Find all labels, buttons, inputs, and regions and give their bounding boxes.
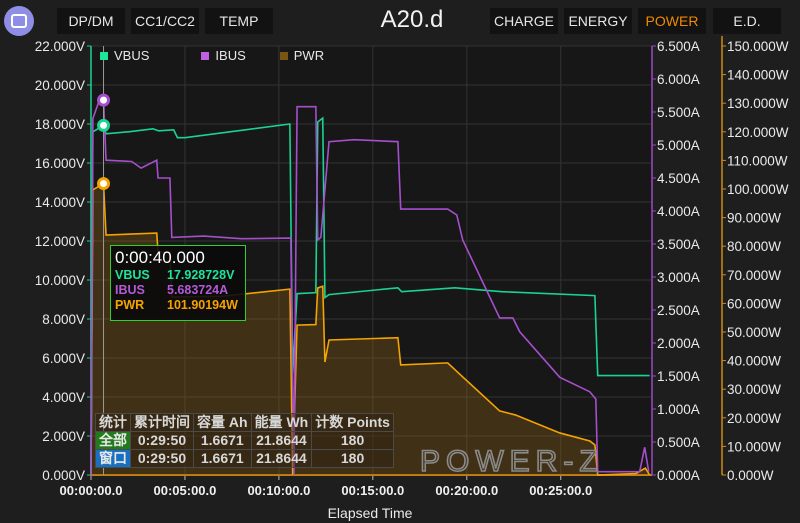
ibus-tick-label: 6.000A bbox=[657, 72, 700, 87]
stats-row-window: 窗口 0:29:50 1.6671 21.8644 180 bbox=[95, 449, 394, 468]
x-tick-label: 00:00:00.0 bbox=[60, 483, 123, 498]
tooltip-pwr: PWR 101.90194W bbox=[115, 298, 238, 312]
legend-ibus[interactable]: IBUS bbox=[201, 48, 246, 63]
vbus-swatch bbox=[100, 51, 108, 60]
vbus-tick-label: 4.000V bbox=[42, 390, 85, 405]
stats-cell: 0:29:50 bbox=[130, 449, 194, 468]
ibus-tick-label: 6.500A bbox=[657, 39, 700, 54]
legend-label: VBUS bbox=[114, 48, 150, 63]
pwr-tick-label: 120.000W bbox=[727, 125, 789, 140]
stats-cell: 21.8644 bbox=[250, 431, 313, 450]
ibus-tick-label: 1.000A bbox=[657, 402, 700, 417]
pwr-tick-label: 80.000W bbox=[727, 239, 781, 254]
vbus-tick-label: 6.000V bbox=[42, 351, 85, 366]
stats-header: 累计时间 bbox=[130, 413, 194, 432]
ibus-tick-label: 2.000A bbox=[657, 336, 700, 351]
pwr-tick-label: 70.000W bbox=[727, 268, 781, 283]
ibus-tick-label: 5.000A bbox=[657, 138, 700, 153]
vbus-tick-label: 20.000V bbox=[35, 78, 85, 93]
ibus-tick-label: 0.000A bbox=[657, 468, 700, 483]
stats-header: 能量 Wh bbox=[250, 413, 313, 432]
pwr-tick-label: 100.000W bbox=[727, 182, 789, 197]
pwr-tick-label: 90.000W bbox=[727, 211, 781, 226]
vbus-tick-label: 0.000V bbox=[42, 468, 85, 483]
ibus-tick-label: 3.000A bbox=[657, 270, 700, 285]
ibus-tick-label: 5.500A bbox=[657, 105, 700, 120]
ibus-tick-label: 0.500A bbox=[657, 435, 700, 450]
stats-cell: 180 bbox=[311, 431, 394, 450]
ibus-swatch bbox=[201, 51, 210, 60]
stats-all-button[interactable]: 全部 bbox=[95, 431, 131, 450]
pwr-tick-label: 20.000W bbox=[727, 411, 781, 426]
x-tick-label: 00:25:00.0 bbox=[529, 483, 592, 498]
pwr-tick-label: 130.000W bbox=[727, 96, 789, 111]
x-tick-label: 00:05:00.0 bbox=[154, 483, 217, 498]
stats-cell: 1.6671 bbox=[193, 431, 252, 450]
pwr-swatch bbox=[279, 51, 288, 60]
vbus-tick-label: 22.000V bbox=[35, 39, 85, 54]
tooltip-ibus: IBUS 5.683724A bbox=[115, 283, 229, 297]
stats-cell: 0:29:50 bbox=[130, 431, 194, 450]
ibus-cursor-marker bbox=[97, 93, 111, 107]
ibus-tick-label: 1.500A bbox=[657, 369, 700, 384]
vbus-tick-label: 2.000V bbox=[42, 429, 85, 444]
ibus-tick-label: 2.500A bbox=[657, 303, 700, 318]
vbus-tick-label: 10.000V bbox=[35, 273, 85, 288]
pwr-tick-label: 30.000W bbox=[727, 382, 781, 397]
pwr-cursor-marker bbox=[97, 177, 111, 191]
pwr-tick-label: 0.000W bbox=[727, 468, 774, 483]
stats-cell: 21.8644 bbox=[250, 449, 313, 468]
x-tick-label: 00:15:00.0 bbox=[341, 483, 404, 498]
pwr-tick-label: 110.000W bbox=[727, 153, 788, 168]
stats-cell: 180 bbox=[311, 449, 394, 468]
vbus-tick-label: 12.000V bbox=[35, 234, 85, 249]
vbus-tick-label: 8.000V bbox=[42, 312, 85, 327]
pwr-tick-label: 150.000W bbox=[727, 39, 789, 54]
tooltip-vbus: VBUS 17.928728V bbox=[115, 268, 235, 282]
pwr-tick-label: 50.000W bbox=[727, 325, 781, 340]
pwr-tick-label: 140.000W bbox=[727, 68, 789, 83]
legend: VBUS IBUS PWR bbox=[100, 48, 344, 63]
x-tick-label: 00:10:00.0 bbox=[247, 483, 310, 498]
stats-header: 容量 Ah bbox=[193, 413, 252, 432]
x-axis-label: Elapsed Time bbox=[327, 505, 413, 521]
legend-label: PWR bbox=[293, 48, 325, 63]
stats-header: 统计 bbox=[95, 413, 131, 432]
legend-label: IBUS bbox=[215, 48, 246, 63]
vbus-cursor-marker bbox=[97, 118, 111, 132]
stats-header: 计数 Points bbox=[311, 413, 394, 432]
ibus-tick-label: 4.500A bbox=[657, 171, 700, 186]
pwr-tick-label: 40.000W bbox=[727, 354, 781, 369]
pwr-tick-label: 10.000W bbox=[727, 439, 781, 454]
stats-row-all: 全部 0:29:50 1.6671 21.8644 180 bbox=[95, 431, 394, 450]
stats-header-row: 统计 累计时间 容量 Ah 能量 Wh 计数 Points bbox=[95, 413, 394, 432]
legend-vbus[interactable]: VBUS bbox=[100, 48, 149, 63]
tooltip-time: 0:00:40.000 bbox=[115, 248, 205, 267]
cursor-tooltip: 0:00:40.000 VBUS 17.928728V IBUS 5.683724A… bbox=[110, 245, 246, 321]
vbus-tick-label: 18.000V bbox=[35, 117, 85, 132]
stats-window-button[interactable]: 窗口 bbox=[95, 449, 131, 468]
ibus-tick-label: 3.500A bbox=[657, 237, 700, 252]
x-tick-label: 00:20:00.0 bbox=[435, 483, 498, 498]
power-z-watermark: POWER-Z bbox=[420, 445, 604, 478]
vbus-tick-label: 16.000V bbox=[35, 156, 85, 171]
pwr-tick-label: 60.000W bbox=[727, 296, 781, 311]
ibus-tick-label: 4.000A bbox=[657, 204, 700, 219]
legend-pwr[interactable]: PWR bbox=[279, 48, 325, 63]
stats-table: 统计 累计时间 容量 Ah 能量 Wh 计数 Points 全部 0:29:50… bbox=[95, 413, 394, 468]
vbus-tick-label: 14.000V bbox=[35, 195, 85, 210]
stats-cell: 1.6671 bbox=[193, 449, 252, 468]
